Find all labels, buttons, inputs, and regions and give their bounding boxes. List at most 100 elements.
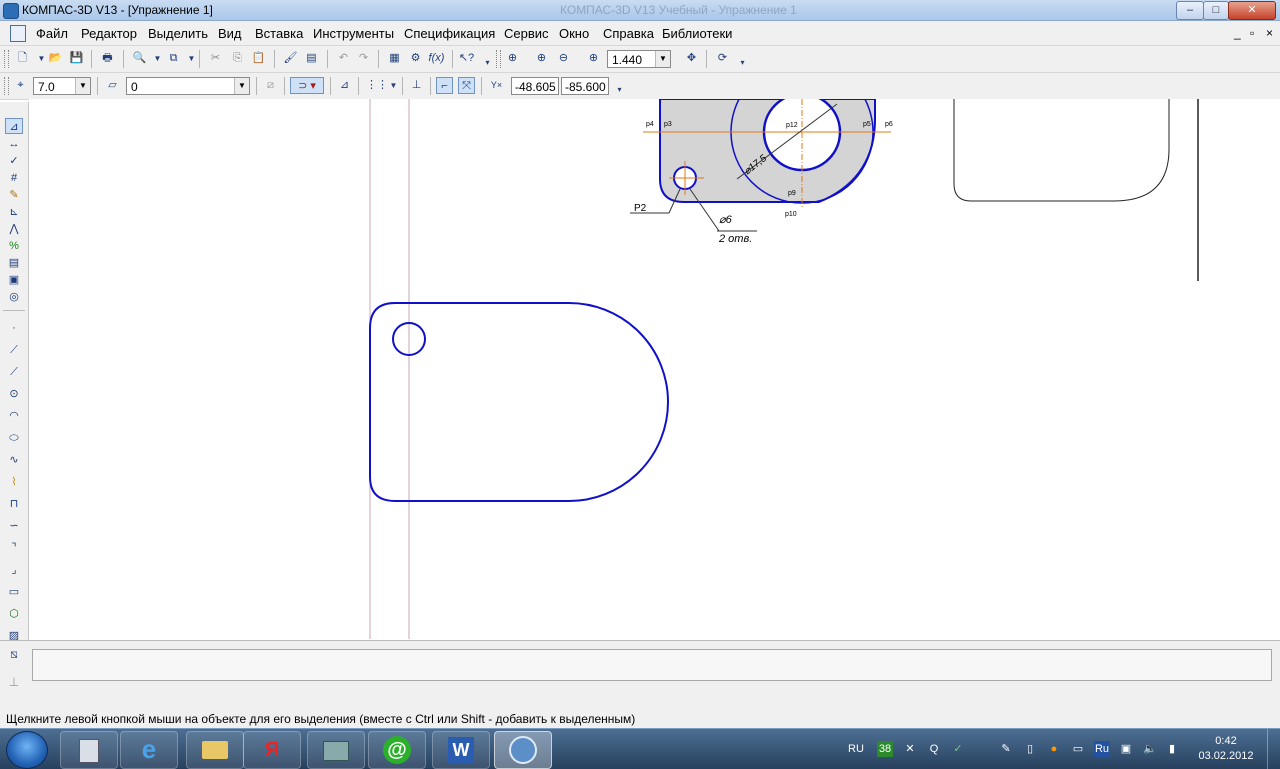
tray-device-icon[interactable]: ▯ [1022, 741, 1038, 757]
taskbar-calculator[interactable] [60, 731, 118, 769]
user-drawing[interactable] [369, 302, 669, 502]
print-icon[interactable]: 🖶 [99, 50, 116, 67]
library-manager-icon[interactable]: ⚙ [407, 50, 424, 67]
preview-icon[interactable]: 🔍 [131, 50, 148, 67]
manager-dropdown-icon[interactable]: ▼ [183, 50, 200, 67]
ortho-icon[interactable]: ⊿ [336, 77, 353, 94]
taskbar-ie[interactable]: e [120, 731, 178, 769]
step-combo[interactable]: 7.0 ▼ [33, 77, 91, 95]
coord-x-field[interactable]: -48.605 [511, 77, 559, 95]
minimize-button[interactable]: – [1176, 1, 1204, 20]
menu-tools[interactable]: Инструменты [313, 26, 394, 41]
stop-icon[interactable]: ⊥ [4, 675, 24, 693]
arc-tool-icon[interactable]: ◠ [5, 408, 23, 424]
menu-insert[interactable]: Вставка [255, 26, 303, 41]
show-desktop-button[interactable] [1267, 729, 1280, 769]
menu-select[interactable]: Выделить [148, 26, 208, 41]
zoom-window-icon[interactable]: ⊕ [504, 50, 521, 67]
properties-icon[interactable]: ▤ [303, 50, 320, 67]
help-pointer-icon[interactable]: ↖? [458, 50, 475, 67]
network-icon[interactable]: ▮ [1164, 741, 1180, 757]
save-icon[interactable]: 💾 [68, 50, 85, 67]
maximize-button[interactable]: □ [1203, 1, 1229, 20]
contour-tool-icon[interactable]: ⬡ [5, 606, 23, 622]
insert-panel-icon[interactable]: ▣ [5, 272, 23, 288]
grid-dropdown-icon[interactable]: ▼ [385, 77, 402, 94]
taskbar-kompas[interactable] [494, 731, 552, 769]
snap-magnet-icon[interactable]: ⊃ ▾ [290, 77, 324, 94]
reports-panel-icon[interactable]: ▤ [5, 255, 23, 271]
designations-panel-icon[interactable]: ✓ [5, 153, 23, 169]
grid-icon[interactable]: ⋮⋮ [366, 77, 388, 94]
tray-network-icon[interactable]: ✕ [902, 741, 918, 757]
taskbar-app[interactable] [307, 731, 365, 769]
dynamic-input-icon[interactable]: ⤧ [458, 77, 475, 94]
drawing-svg[interactable]: P2 ⌀6 2 отв. ⌀17,5 p4 p3 p12 p9 p10 p5 p… [29, 60, 1280, 639]
geometry-panel-icon[interactable]: ⊿ [5, 118, 23, 134]
language-indicator[interactable]: RU [846, 741, 866, 757]
ellipse-tool-icon[interactable]: ⬭ [5, 430, 23, 446]
close-button[interactable]: ✕ [1228, 1, 1276, 20]
rectangle-tool-icon[interactable]: ▭ [5, 584, 23, 600]
redo-icon[interactable]: ↷ [355, 50, 372, 67]
property-panel-field[interactable] [32, 649, 1272, 681]
coord-y-field[interactable]: -85.600 [561, 77, 609, 95]
menu-edit[interactable]: Редактор [81, 26, 137, 41]
pan-icon[interactable]: ✥ [683, 50, 700, 67]
mdi-close-button[interactable]: × [1266, 26, 1273, 40]
refresh-view-icon[interactable]: ⟳ [714, 50, 731, 67]
document-icon[interactable] [10, 25, 26, 42]
measure-panel-icon[interactable]: ⊾ [5, 204, 23, 220]
volume-icon[interactable]: 🔈 [1142, 741, 1158, 757]
zoom-scale-icon[interactable]: ⊕ [585, 50, 602, 67]
zoom-combo[interactable]: 1.440 ▼ [607, 50, 671, 68]
toolbar-overflow-icon[interactable]: ▾ [479, 54, 496, 71]
layer-icon[interactable]: ▱ [104, 77, 121, 94]
drawing-area[interactable]: P2 ⌀6 2 отв. ⌀17,5 p4 p3 p12 p9 p10 p5 p… [29, 60, 1280, 639]
local-cs-icon[interactable]: ⧄ [262, 77, 279, 94]
toolbar-overflow-icon[interactable]: ▾ [611, 81, 628, 98]
chevron-down-icon[interactable]: ▼ [75, 78, 90, 94]
tray-ru[interactable]: Ru [1094, 741, 1110, 757]
local-axes-icon[interactable]: ⊥ [408, 77, 425, 94]
circle-tool-icon[interactable]: ⊙ [5, 386, 23, 402]
undo-icon[interactable]: ↶ [335, 50, 352, 67]
auxiliary-line-icon[interactable]: ⟋ [5, 342, 23, 358]
tray-pin-icon[interactable]: ✎ [998, 741, 1014, 757]
menu-specification[interactable]: Спецификация [404, 26, 495, 41]
tray-update-icon[interactable]: ● [1046, 741, 1062, 757]
new-document-icon[interactable]: 🗋 [14, 50, 31, 67]
menu-libraries[interactable]: Библиотеки [662, 26, 732, 41]
layer-combo[interactable]: 0 ▼ [126, 77, 250, 95]
tray-q-icon[interactable]: Q [926, 741, 942, 757]
taskbar-mail[interactable]: @ [368, 731, 426, 769]
taskbar-explorer[interactable] [186, 731, 244, 769]
format-brush-icon[interactable]: 🖌 [282, 50, 299, 67]
tray-badge[interactable]: 38 [877, 741, 893, 757]
layers-icon[interactable]: ▦ [386, 50, 403, 67]
tray-monitor-icon[interactable]: ▭ [1070, 741, 1086, 757]
start-button[interactable] [6, 731, 48, 769]
chevron-down-icon[interactable]: ▼ [234, 78, 249, 94]
mdi-restore-button[interactable]: ▫ [1250, 26, 1254, 40]
menu-help[interactable]: Справка [603, 26, 654, 41]
clock[interactable]: 0:42 03.02.2012 [1196, 734, 1256, 764]
zoom-out-icon[interactable]: ⊖ [555, 50, 572, 67]
tray-check-icon[interactable]: ✓ [950, 741, 966, 757]
dimensions-panel-icon[interactable]: ↔ [5, 136, 23, 152]
fragment-library-icon[interactable]: ◎ [5, 289, 23, 305]
edit-panel-icon[interactable]: # [5, 170, 23, 186]
spline-tool-icon[interactable]: ∽ [5, 518, 23, 534]
tray-display-icon[interactable]: ▣ [1118, 741, 1134, 757]
properties-icon[interactable]: ⧅ [4, 647, 24, 665]
bezier-tool-icon[interactable]: ∿ [5, 452, 23, 468]
cut-icon[interactable]: ✂ [207, 50, 224, 67]
spec-panel-icon[interactable]: % [5, 238, 23, 254]
select-panel-icon[interactable]: ⋀ [5, 221, 23, 237]
variables-icon[interactable]: f(x) [428, 50, 445, 67]
polyline-tool-icon[interactable]: ⊓ [5, 496, 23, 512]
chamfer-tool-icon[interactable]: ⌝ [5, 540, 23, 556]
preview-dropdown-icon[interactable]: ▼ [149, 50, 166, 67]
app-icon[interactable] [3, 3, 19, 19]
toolbar-overflow-icon[interactable]: ▾ [734, 54, 751, 71]
